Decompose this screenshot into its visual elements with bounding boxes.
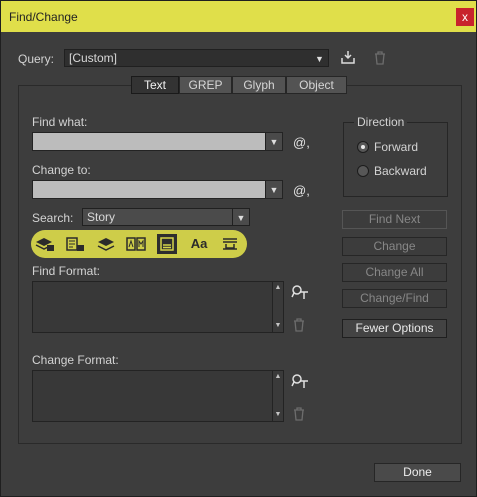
include-master-pages-icon[interactable] (126, 236, 146, 252)
find-format-label: Find Format: (32, 264, 101, 278)
done-button[interactable]: Done (374, 463, 461, 482)
search-scope-dropdown[interactable]: Story ▼ (82, 208, 250, 226)
change-to-input[interactable]: ▼ (32, 180, 283, 199)
chevron-down-icon: ▼ (232, 209, 249, 225)
scroll-up-icon[interactable]: ▲ (273, 283, 283, 293)
change-format-label: Change Format: (32, 353, 119, 367)
tab-glyph[interactable]: Glyph (232, 76, 286, 94)
change-format-box[interactable]: ▲ ▼ (32, 370, 284, 422)
query-label: Query: (18, 52, 55, 66)
search-scope-value: Story (87, 210, 116, 224)
chevron-down-icon[interactable]: ▼ (265, 133, 282, 150)
backward-label[interactable]: Backward (374, 164, 427, 178)
direction-group (343, 122, 448, 197)
tab-text[interactable]: Text (131, 76, 179, 94)
tab-grep[interactable]: GREP (179, 76, 232, 94)
close-icon[interactable]: x (456, 8, 474, 26)
include-locked-stories-icon[interactable] (65, 236, 85, 252)
delete-query-icon[interactable] (373, 50, 387, 66)
clear-change-format-icon[interactable] (292, 407, 306, 421)
change-format-scrollbar[interactable]: ▲ ▼ (272, 371, 283, 421)
backward-radio[interactable] (357, 165, 369, 177)
clear-find-format-icon[interactable] (292, 318, 306, 332)
tab-object[interactable]: Object (286, 76, 347, 94)
find-next-button[interactable]: Find Next (342, 210, 447, 229)
include-locked-layers-icon[interactable] (35, 236, 55, 252)
scroll-down-icon[interactable]: ▼ (273, 321, 283, 331)
scroll-down-icon[interactable]: ▼ (273, 410, 283, 420)
find-format-scrollbar[interactable]: ▲ ▼ (272, 282, 283, 332)
title-bar[interactable]: Find/Change x (1, 1, 476, 32)
window-title: Find/Change (9, 10, 78, 24)
direction-title: Direction (354, 115, 408, 129)
include-hidden-layers-icon[interactable] (96, 236, 116, 252)
query-dropdown[interactable]: [Custom] ▼ (64, 49, 329, 67)
search-label: Search: (32, 211, 74, 225)
chevron-down-icon: ▼ (311, 50, 328, 66)
find-format-box[interactable]: ▲ ▼ (32, 281, 284, 333)
include-footnotes-icon[interactable] (157, 234, 177, 254)
save-query-icon[interactable] (340, 49, 356, 65)
specify-find-format-icon[interactable] (291, 284, 309, 300)
change-to-label: Change to: (32, 163, 91, 177)
forward-radio[interactable] (357, 141, 369, 153)
find-what-input[interactable]: ▼ (32, 132, 283, 151)
change-all-button[interactable]: Change All (342, 263, 447, 282)
fewer-options-button[interactable]: Fewer Options (342, 319, 447, 338)
forward-label[interactable]: Forward (374, 140, 418, 154)
change-special-characters-icon[interactable]: @, (293, 183, 310, 198)
chevron-down-icon[interactable]: ▼ (265, 181, 282, 198)
query-value: [Custom] (69, 51, 118, 65)
scroll-up-icon[interactable]: ▲ (273, 372, 283, 382)
specify-change-format-icon[interactable] (291, 373, 309, 389)
change-find-button[interactable]: Change/Find (342, 289, 447, 308)
whole-word-icon[interactable] (220, 236, 240, 252)
find-what-label: Find what: (32, 115, 88, 129)
find-change-dialog: Find/Change x Query: [Custom] ▼ Text GRE… (0, 0, 477, 497)
case-sensitive-icon[interactable]: Aa (188, 236, 210, 252)
find-special-characters-icon[interactable]: @, (293, 135, 310, 150)
change-button[interactable]: Change (342, 237, 447, 256)
